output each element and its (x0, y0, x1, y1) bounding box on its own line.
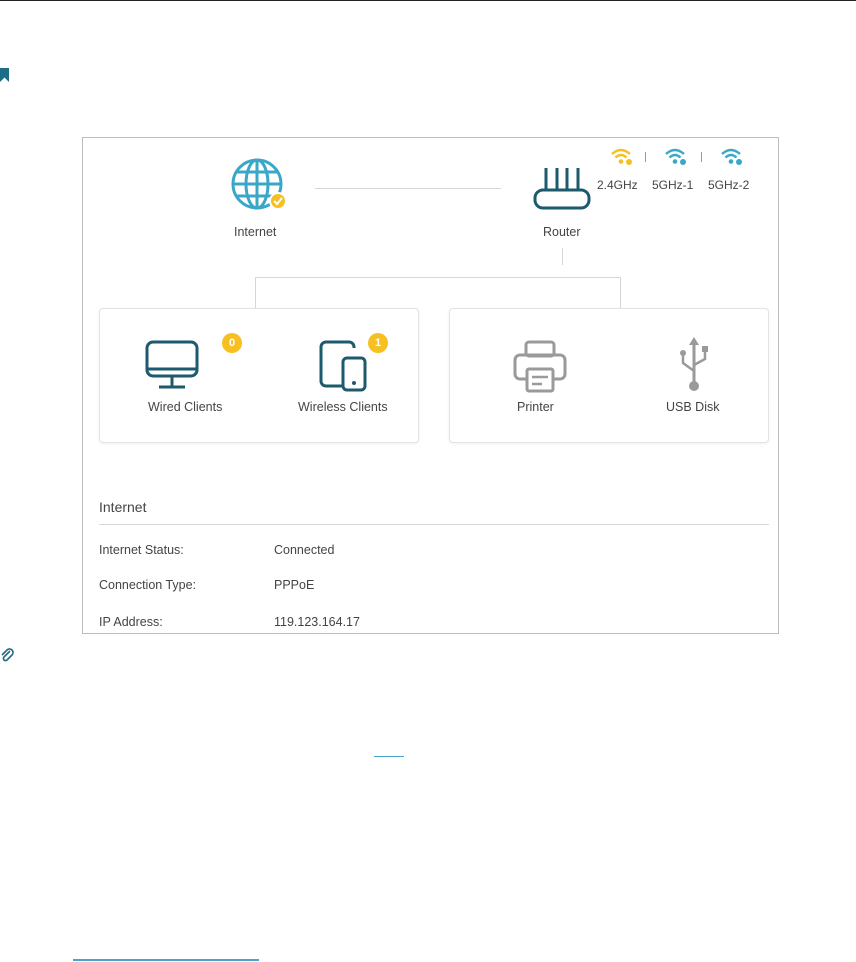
router-down-link (562, 248, 563, 265)
router-node[interactable] (532, 166, 592, 214)
wired-count-badge: 0 (222, 333, 242, 353)
band-label-5ghz2: 5GHz-2 (708, 178, 750, 192)
wireless-count-badge: 1 (368, 333, 388, 353)
paperclip-icon (1, 648, 14, 662)
band-24ghz-wifi-icon[interactable] (610, 147, 632, 170)
branch-right-link (620, 277, 621, 308)
wired-clients-label: Wired Clients (148, 400, 223, 414)
monitor-icon (145, 340, 199, 389)
band-label-5ghz1: 5GHz-1 (652, 178, 694, 192)
band-separator (701, 152, 702, 162)
devices-panel: Printer USB Disk (449, 308, 769, 443)
branch-link (255, 277, 621, 278)
network-map-screenshot: Internet Router 2.4GHz 5GHz-1 5GHz-2 0 W… (82, 137, 779, 634)
printer-label: Printer (517, 400, 554, 414)
bottom-link-underline[interactable] (73, 959, 259, 961)
usb-disk-node[interactable] (676, 335, 716, 395)
band-5ghz1-wifi-icon[interactable] (664, 147, 686, 170)
inline-link-underline[interactable] (374, 756, 404, 757)
wired-clients-node[interactable] (144, 339, 224, 399)
internet-label: Internet (234, 225, 277, 239)
band-label-24ghz: 2.4GHz (597, 178, 638, 192)
clients-panel: 0 Wired Clients 1 Wireless Clients (99, 308, 419, 443)
ip-address-key: IP Address: (99, 615, 163, 629)
band-5ghz2-wifi-icon[interactable] (720, 147, 742, 170)
internet-node[interactable] (231, 158, 291, 218)
section-divider (99, 524, 769, 525)
router-icon (533, 168, 591, 210)
ip-address-value: 119.123.164.17 (274, 615, 360, 629)
tablet-phone-icon (319, 340, 367, 392)
internet-router-link (315, 188, 501, 189)
internet-status-value: Connected (274, 543, 335, 557)
usb-disk-label: USB Disk (666, 400, 720, 414)
connection-type-value: PPPoE (274, 578, 315, 592)
usb-icon (680, 337, 708, 391)
bookmark-icon (0, 68, 9, 82)
connection-type-key: Connection Type: (99, 578, 197, 592)
band-separator (645, 152, 646, 162)
printer-node[interactable] (512, 339, 568, 395)
page-top-rule (0, 0, 856, 1)
branch-left-link (255, 277, 256, 308)
globe-icon (231, 158, 287, 210)
internet-section-title: Internet (99, 499, 147, 515)
internet-status-key: Internet Status: (99, 543, 184, 557)
router-label: Router (543, 225, 581, 239)
wireless-clients-label: Wireless Clients (298, 400, 388, 414)
printer-icon (513, 340, 567, 393)
